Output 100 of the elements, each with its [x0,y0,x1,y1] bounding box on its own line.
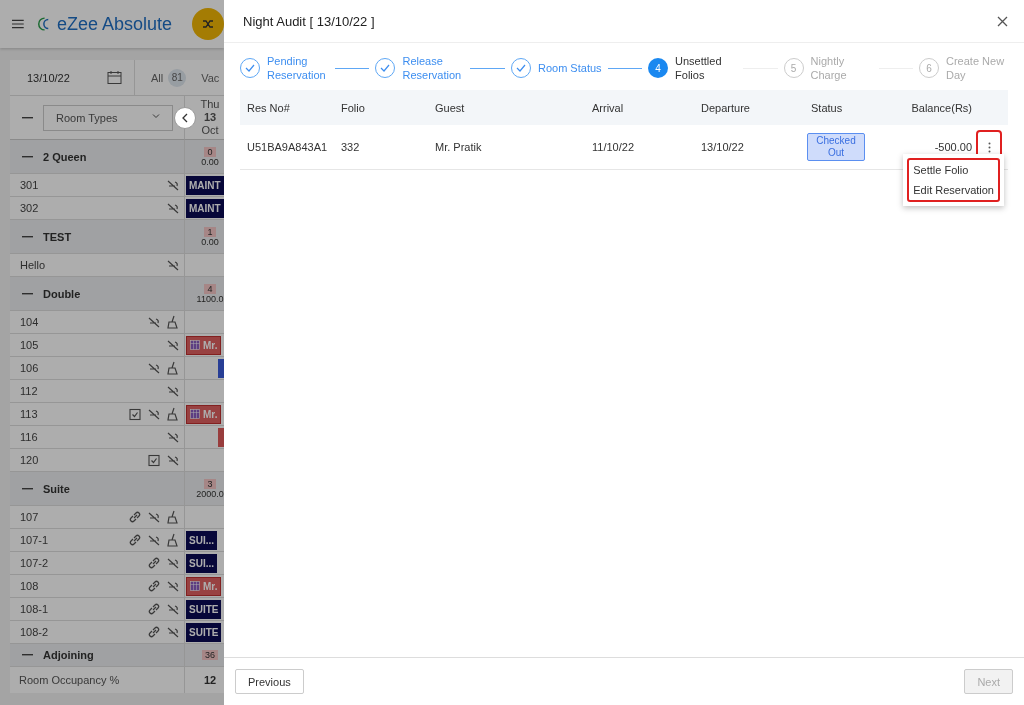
broom-icon [166,407,180,421]
column-header: Res No# [246,101,291,114]
caret-icon [152,111,160,120]
step-number: 4 [648,58,669,78]
crossed-out-icon [147,361,161,375]
crossed-out-icon [166,579,180,593]
crossed-out-icon [147,407,161,421]
step-label[interactable]: Unsettled Folios [675,54,738,82]
column-header: Arrival [591,101,625,114]
link-icon [147,556,161,570]
menu-icon[interactable] [12,18,24,30]
room-number: 112 [20,385,39,397]
reservation-block[interactable]: MAINT [186,198,224,218]
back-button[interactable] [174,106,196,129]
room-number: 105 [20,339,40,351]
group-name: Suite [43,482,70,495]
crossed-out-icon [147,533,161,547]
crossed-out-icon [166,258,180,272]
crossed-out-icon [166,338,180,352]
room-number: 106 [20,362,40,374]
shuffle-button[interactable] [192,8,224,40]
calendar-icon [190,581,200,591]
occupancy-value: 12 [203,674,217,686]
room-number: 302 [20,202,40,214]
reservation-block[interactable]: SUITE [186,599,222,619]
table-cell-text: 332 [340,141,361,153]
crossed-out-icon [166,201,180,215]
logo-icon [37,14,51,34]
column-header: Folio [340,101,366,114]
crossed-out-icon [147,315,161,329]
crossed-out-icon [147,510,161,524]
table-cell-text: 11/10/22 [591,141,635,153]
app-title: eZee Absolute [56,13,172,35]
broom-icon [166,510,180,524]
amount-text: 2000.0 [196,488,224,499]
previous-button[interactable]: Previous [235,669,304,694]
room-number: 108-2 [20,626,50,638]
column-header: Status [810,101,844,114]
column-header: Guest [434,101,466,114]
reservation-block[interactable]: Mr. [186,335,222,355]
room-number: 120 [20,454,40,466]
checklist-icon [128,407,142,421]
reservation-block[interactable]: Mr. [186,576,222,596]
reservation-block[interactable]: SUITE [186,622,222,642]
collapse-icon[interactable] [22,116,33,119]
step-label[interactable]: Release Reservation [402,54,465,82]
filter-label[interactable]: Vac [201,71,220,84]
collapse-icon[interactable] [22,235,33,238]
reservation-block[interactable]: SUI... [186,530,217,550]
menu-item[interactable]: Edit Reservation [909,180,998,200]
table-cell-text: 13/10/22 [700,141,745,153]
room-number: 301 [20,179,40,191]
shuffle-icon [202,18,214,30]
reservation-block[interactable]: MAINT [186,175,224,195]
more-icon [987,141,991,153]
room-number: 116 [20,431,39,443]
column-header: Balance(Rs) [910,101,972,114]
amount-text: 0.00 [201,156,219,167]
crossed-out-icon [166,602,180,616]
day-number: 13 [203,110,217,125]
close-icon [997,15,1008,27]
count-badge: 3 [204,478,216,489]
step-label[interactable]: Pending Reservation [267,54,329,82]
occupancy-label: Room Occupancy % [19,674,120,686]
calendar-icon [190,409,200,419]
room-number: 107 [20,511,40,523]
weekday-text: Thu [200,97,220,111]
count-badge: 36 [202,650,218,660]
room-number: Hello [20,259,47,271]
calendar-icon[interactable] [107,70,122,85]
crossed-out-icon [166,453,180,467]
table-cell-text: -500.00 [933,141,972,153]
collapse-icon[interactable] [22,292,33,295]
broom-icon [166,361,180,375]
amount-text: 0.00 [201,236,219,247]
table-cell-text: U51BA9A843A1 [246,141,329,153]
date-text: 13/10/22 [27,71,70,84]
room-number: 108 [20,580,40,592]
crossed-out-icon [166,178,180,192]
menu-item[interactable]: Settle Folio [909,160,998,180]
filter-label[interactable]: All [151,71,164,84]
link-icon [128,533,142,547]
collapse-icon[interactable] [22,155,33,158]
count-badge: 1 [204,226,216,237]
chevron-left-icon [181,112,189,123]
room-number: 104 [20,316,40,328]
collapse-icon[interactable] [22,487,33,490]
reservation-block[interactable]: SUI... [186,553,217,573]
count-badge: 4 [204,283,216,294]
step-label[interactable]: Room Status [537,61,602,75]
broom-icon [166,315,180,329]
count-badge: 0 [204,146,216,157]
amount-text: 1100.0 [196,293,224,304]
room-number: 108-1 [20,603,50,615]
crossed-out-icon [166,384,180,398]
link-icon [147,602,161,616]
room-types-dropdown[interactable]: Room Types [43,104,173,131]
room-number: 107-2 [20,557,50,569]
link-icon [128,510,142,524]
reservation-block[interactable]: Mr. [186,404,222,424]
